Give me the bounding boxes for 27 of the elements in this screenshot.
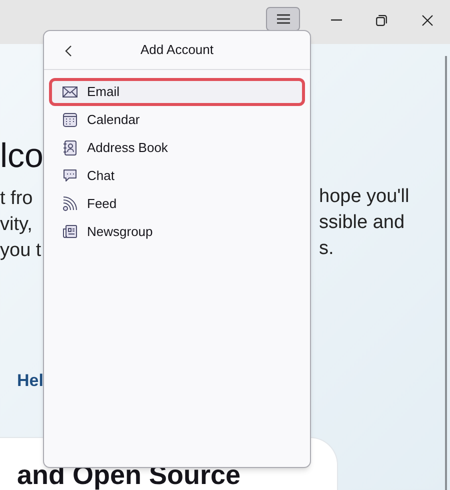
calendar-icon [62, 112, 78, 128]
newspaper-icon [62, 224, 78, 240]
menu-item[interactable]: Newsgroup [49, 218, 305, 246]
close-icon [422, 14, 432, 26]
menu-item[interactable]: Address Book [49, 134, 305, 162]
back-chevron-icon [64, 45, 72, 57]
feed-icon [62, 196, 78, 212]
body-text: t fro [0, 187, 33, 211]
body-text: hope you'll [318, 185, 410, 209]
speech-bubble-icon [62, 168, 78, 184]
envelope-icon [62, 84, 78, 100]
menu-button[interactable] [266, 7, 300, 31]
menu-item[interactable]: Calendar [49, 106, 305, 134]
contact-card-icon [62, 140, 78, 156]
menu-icon [276, 14, 290, 24]
body-text: you t [0, 239, 42, 263]
body-text: vity, [0, 213, 32, 237]
heading-text: lco [0, 136, 44, 177]
menu-item[interactable]: Email [49, 78, 305, 106]
body-text: s. [318, 237, 335, 261]
minimize-icon [330, 19, 342, 21]
body-text: ssible and [318, 211, 406, 235]
restore-icon [376, 14, 386, 26]
menu-item[interactable]: Feed [49, 190, 305, 218]
menu-title: Add Account [140, 41, 214, 60]
menu-item[interactable]: Chat [49, 162, 305, 190]
help-link[interactable]: Hel [17, 368, 44, 394]
